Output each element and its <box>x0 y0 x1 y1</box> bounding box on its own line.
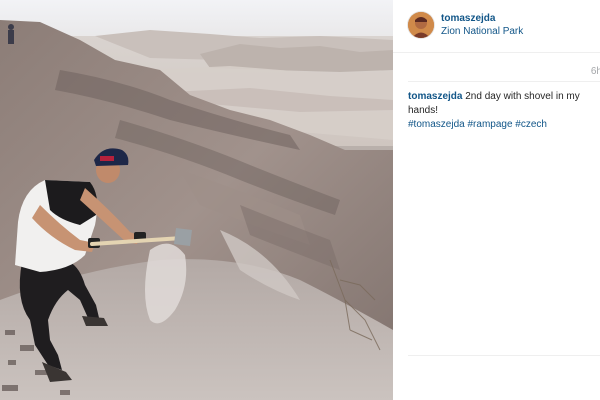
caption-username[interactable]: tomaszejda <box>408 91 462 102</box>
post-photo[interactable] <box>0 0 393 400</box>
photo-illustration <box>0 0 393 400</box>
location-link[interactable]: Zion National Park <box>441 26 523 37</box>
avatar-icon <box>408 12 434 38</box>
hashtag-tomaszejda[interactable]: #tomaszejda <box>408 119 465 130</box>
post-caption: tomaszejda 2nd day with shovel in my han… <box>408 90 588 132</box>
hashtag-czech[interactable]: #czech <box>515 119 547 130</box>
post-time[interactable]: 6h <box>591 66 600 77</box>
user-avatar[interactable] <box>408 12 434 38</box>
footer-divider <box>408 355 600 356</box>
username-link[interactable]: tomaszejda <box>441 13 495 24</box>
divider <box>408 81 600 82</box>
post-header: tomaszejda Zion National Park <box>393 0 600 53</box>
hashtag-rampage[interactable]: #rampage <box>467 119 512 130</box>
post-side-panel: tomaszejda Zion National Park 6h tomasze… <box>393 0 600 400</box>
